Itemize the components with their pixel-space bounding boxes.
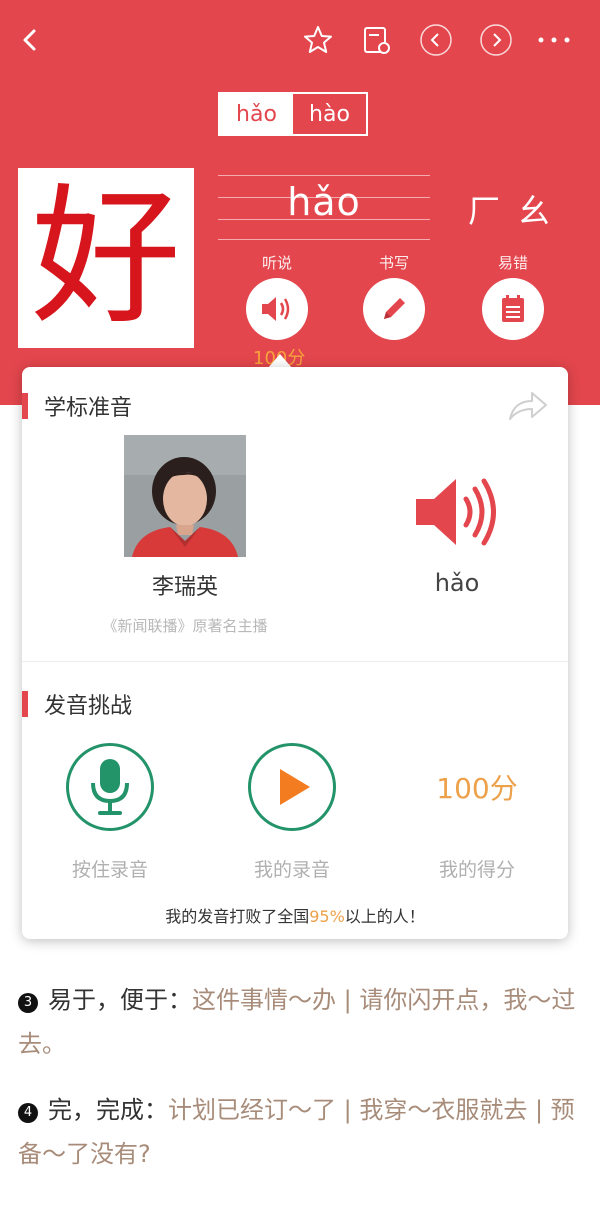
speaker-name: 李瑞英 [151,575,218,600]
character-box: 好 [18,168,194,348]
pinyin-tab-hao4[interactable]: hào [293,94,366,134]
action-mistake[interactable]: 易错 [481,252,545,340]
my-recording-label: 我的录音 [253,859,330,881]
pinyin-tabs: hǎo hào [218,92,368,136]
card-divider [22,661,568,662]
speaker-icon[interactable] [246,278,308,340]
notepad-icon[interactable] [482,278,544,340]
character: 好 [30,171,181,345]
pronunciation-card: 学标准音 李瑞英 《新闻联播》原著名主播 hǎo 发音挑战 按住录音 我的录音 … [22,367,568,939]
action-listen-label: 听说 [261,254,292,272]
circle-right-icon[interactable] [476,20,516,60]
standard-section-title: 学标准音 [22,391,132,421]
definition-meaning: 易于，便于： [48,986,192,1014]
my-score: 100分 [436,772,518,805]
radical-text: 厂 幺 [468,192,555,230]
back-arrow-icon[interactable] [10,20,50,60]
play-standard-icon[interactable] [412,475,504,553]
speaker-description: 《新闻联播》原著名主播 [102,617,268,635]
standard-pinyin: hǎo [434,569,480,597]
challenge-note: 我的发音打败了全国95%以上的人！ [22,903,568,927]
microphone-icon[interactable] [66,743,154,831]
popup-caret [268,354,292,368]
star-icon[interactable] [298,20,338,60]
challenge-section-title: 发音挑战 [22,689,132,719]
note-after: 以上的人！ [344,907,425,926]
standard-title: 学标准音 [44,396,133,421]
note-percent: 95% [309,907,345,926]
top-bar [0,0,600,80]
pinyin-reading: hǎo [287,180,361,224]
circle-left-icon[interactable] [416,20,456,60]
header: hǎo hào 好 hǎo 厂 幺 听说 书写 易错 100分 [0,0,600,405]
definition-number: 4 [18,1103,38,1123]
action-listen[interactable]: 听说 [245,252,309,340]
note-before: 我的发音打败了全国 [165,907,310,926]
definition-item: 3 易于，便于：这件事情～办 | 请你闪开点，我～过去。 [18,978,578,1066]
action-write-label: 书写 [378,254,409,272]
action-mistake-label: 易错 [497,254,528,272]
record-label: 按住录音 [71,859,148,881]
action-write[interactable]: 书写 [362,252,426,340]
my-score-label: 我的得分 [438,859,515,881]
challenge-title: 发音挑战 [44,694,133,719]
definition-meaning: 完，完成： [48,1096,168,1124]
play-recording-icon[interactable] [248,743,336,831]
notebook-icon[interactable] [356,20,396,60]
speaker-photo [124,435,246,557]
share-icon[interactable] [506,387,550,427]
definition-item: 4 完，完成：计划已经订～了 | 我穿～衣服就去 | 预备～了没有? [18,1088,578,1176]
more-dots-icon[interactable] [534,20,574,60]
pencil-icon[interactable] [363,278,425,340]
definition-number: 3 [18,993,38,1013]
pinyin-tab-hao3[interactable]: hǎo [220,94,293,134]
